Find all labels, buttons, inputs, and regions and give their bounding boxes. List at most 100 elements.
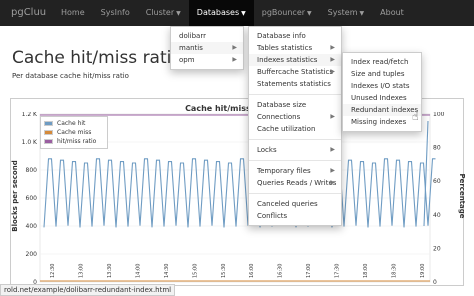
legend-item-miss[interactable]: Cache miss: [44, 128, 104, 137]
chevron-right-icon: ▶: [330, 113, 335, 120]
series-line-cache-hit: [43, 158, 436, 228]
y-tick-right: 20: [433, 245, 441, 252]
x-tick: 14:00: [135, 264, 141, 278]
nav-system-label: System: [327, 8, 358, 17]
legend-item-ratio[interactable]: hit/miss ratio: [44, 137, 104, 146]
chevron-right-icon: ▶: [330, 68, 335, 75]
submenu-item-label: Buffercache Statistics: [257, 68, 334, 76]
x-tick: 13:00: [78, 264, 84, 278]
y-tick-left: 200: [26, 251, 38, 258]
page-subtitle: Per database cache hit/miss ratio: [12, 72, 129, 80]
nav-about[interactable]: About: [372, 0, 412, 26]
x-tick: 18:30: [392, 264, 398, 278]
index-item-indexes-i-o-stats[interactable]: Indexes I/O stats: [343, 80, 421, 92]
submenu-item-database-size[interactable]: Database size: [249, 99, 341, 111]
x-tick: 17:00: [306, 264, 312, 278]
y-tick-right: 40: [433, 212, 441, 219]
x-tick: 16:30: [278, 264, 284, 278]
database-submenu: Database info Tables statistics ▶ Indexes s…: [248, 26, 342, 226]
submenu-item-cache-utilization[interactable]: Cache utilization: [249, 123, 341, 135]
legend-label-miss: Cache miss: [57, 129, 92, 136]
submenu-item-canceled-queries[interactable]: Canceled queries: [249, 198, 341, 210]
index-item-label: Size and tuples: [351, 70, 405, 78]
index-item-label: Indexes I/O stats: [351, 82, 410, 90]
nav-sysinfo-label: SysInfo: [100, 8, 130, 17]
chevron-down-icon: ▼: [241, 10, 246, 17]
index-item-unused-indexes[interactable]: Unused Indexes: [343, 92, 421, 104]
submenu-item-connections[interactable]: Connections ▶: [249, 111, 341, 123]
index-item-label: Redundant indexes: [351, 106, 419, 114]
nav-cluster[interactable]: Cluster ▼: [138, 0, 189, 26]
brand-logo[interactable]: pgCluu: [0, 0, 53, 26]
nav-system[interactable]: System ▼: [320, 0, 372, 26]
y-tick-left: 1.2 K: [22, 112, 38, 118]
indexes-submenu: Index read/fetch Size and tuples Indexes I…: [342, 52, 422, 132]
legend-item-hit[interactable]: Cache hit: [44, 119, 104, 128]
submenu-item-buffercache-statistics[interactable]: Buffercache Statistics ▶: [249, 66, 341, 78]
legend-swatch-ratio: [44, 139, 53, 144]
status-bar-url: rold.net/example/dolibarr-redundant-inde…: [0, 284, 176, 296]
submenu-item-statements-statistics[interactable]: Statements statistics: [249, 78, 341, 90]
index-item-label: Unused Indexes: [351, 94, 407, 102]
y-tick-left: 1.0 K: [22, 139, 38, 146]
x-tick: 15:00: [192, 264, 198, 278]
nav-pgbouncer[interactable]: pgBouncer ▼: [254, 0, 320, 26]
legend-label-hit: Cache hit: [57, 120, 86, 127]
legend-swatch-miss: [44, 130, 53, 135]
x-tick: 17:30: [335, 264, 341, 278]
y-tick-left: 800: [26, 167, 38, 174]
submenu-item-tables-statistics[interactable]: Tables statistics ▶: [249, 42, 341, 54]
submenu-item-label: Temporary files: [257, 167, 311, 175]
db-item-label: dolibarr: [179, 32, 206, 40]
index-item-index-read-fetch[interactable]: Index read/fetch: [343, 56, 421, 68]
submenu-item-label: Indexes statistics: [257, 56, 318, 64]
chevron-right-icon: ▶: [232, 56, 237, 63]
x-tick: 13:30: [107, 264, 113, 278]
hand-cursor-icon: ☝: [412, 110, 419, 123]
submenu-item-queries-reads-writes[interactable]: Queries Reads / Writes ▶: [249, 177, 341, 189]
nav-home-label: Home: [61, 8, 85, 17]
db-item-opm[interactable]: opm ▶: [171, 54, 243, 66]
submenu-item-label: Tables statistics: [257, 44, 313, 52]
nav-databases-label: Databases: [196, 8, 240, 17]
db-item-label: mantis: [179, 44, 203, 52]
y-tick-left: 600: [26, 195, 38, 202]
y-tick-right: 60: [433, 178, 441, 185]
submenu-item-locks[interactable]: Locks ▶: [249, 144, 341, 156]
index-item-redundant-indexes[interactable]: Redundant indexes: [343, 104, 421, 116]
submenu-item-indexes-statistics[interactable]: Indexes statistics ▶: [249, 54, 341, 66]
submenu-item-label: Database size: [257, 101, 307, 109]
y-tick-right: 80: [433, 145, 441, 152]
menu-divider: [249, 193, 341, 194]
menu-divider: [249, 94, 341, 95]
index-item-missing-indexes[interactable]: Missing indexes: [343, 116, 421, 128]
chevron-down-icon: ▼: [359, 10, 365, 17]
legend-label-ratio: hit/miss ratio: [57, 138, 97, 145]
chevron-right-icon: ▶: [330, 167, 335, 174]
chevron-down-icon: ▼: [307, 10, 312, 17]
chevron-right-icon: ▶: [232, 44, 237, 51]
y-tick-right: 100: [433, 112, 445, 118]
nav-sysinfo[interactable]: SysInfo: [93, 0, 138, 26]
nav-pgbouncer-label: pgBouncer: [261, 8, 306, 17]
db-item-mantis[interactable]: mantis ▶: [171, 42, 243, 54]
nav-home[interactable]: Home: [53, 0, 93, 26]
chevron-right-icon: ▶: [330, 56, 335, 63]
x-tick: 15:30: [221, 264, 227, 278]
submenu-item-temporary-files[interactable]: Temporary files ▶: [249, 165, 341, 177]
submenu-item-label: Locks: [257, 146, 277, 154]
chevron-right-icon: ▶: [330, 146, 335, 153]
submenu-item-label: Database info: [257, 32, 306, 40]
nav-cluster-label: Cluster: [145, 8, 175, 17]
submenu-item-conflicts[interactable]: Conflicts: [249, 210, 341, 222]
db-item-label: opm: [179, 56, 195, 64]
menu-divider: [249, 160, 341, 161]
submenu-item-label: Canceled queries: [257, 200, 318, 208]
index-item-size-and-tuples[interactable]: Size and tuples: [343, 68, 421, 80]
index-item-label: Index read/fetch: [351, 58, 409, 66]
submenu-item-label: Statements statistics: [257, 80, 331, 88]
nav-databases[interactable]: Databases ▼: [188, 0, 254, 26]
db-item-dolibarr[interactable]: dolibarr: [171, 30, 243, 42]
submenu-item-label: Cache utilization: [257, 125, 316, 133]
submenu-item-database-info[interactable]: Database info: [249, 30, 341, 42]
